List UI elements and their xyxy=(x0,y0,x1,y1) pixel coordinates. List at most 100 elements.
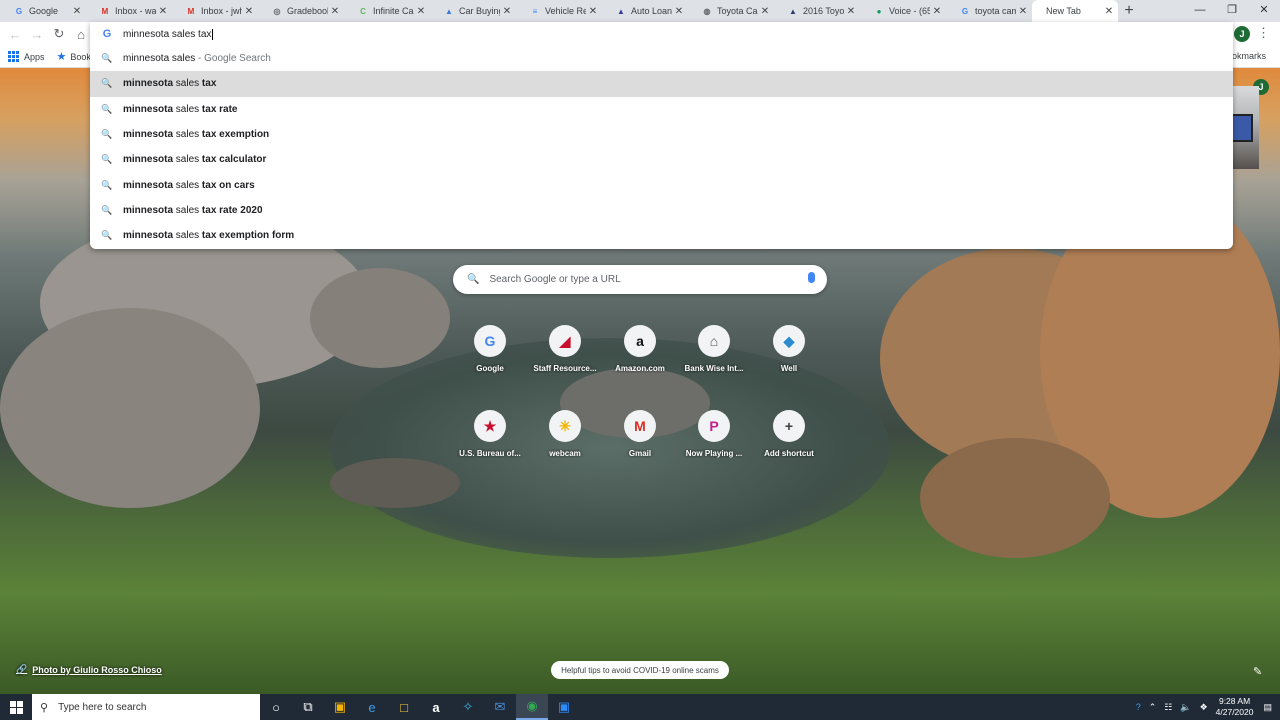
volume-icon[interactable]: 🔈 xyxy=(1180,702,1191,713)
wifi-icon[interactable]: ❖ xyxy=(1200,702,1208,713)
tab[interactable]: Gtoyota camr✕ xyxy=(946,0,1032,22)
tab[interactable]: M Inbox - wate✕ xyxy=(86,0,172,22)
tab[interactable]: ◎ Gradebook ✕ xyxy=(258,0,344,22)
tab[interactable]: M Inbox - jwh ✕ xyxy=(172,0,258,22)
clock[interactable]: 9:28 AM 4/27/2020 xyxy=(1216,696,1254,718)
shortcut-tile[interactable]: ◆ Well xyxy=(751,325,827,373)
google-icon: G xyxy=(474,325,506,357)
tab[interactable]: ≡ Vehicle Rese✕ xyxy=(516,0,602,22)
suggestion-prefix: minnesota xyxy=(123,179,174,191)
start-button[interactable] xyxy=(0,694,32,720)
covid-tips-pill[interactable]: Helpful tips to avoid COVID-19 online sc… xyxy=(551,661,729,679)
close-tab-icon[interactable]: ✕ xyxy=(844,6,858,17)
apps-bookmark[interactable]: Apps xyxy=(8,51,45,62)
edge-icon[interactable]: e xyxy=(356,694,388,720)
shortcut-tile[interactable]: ★ U.S. Bureau of... xyxy=(452,410,528,458)
network-icon[interactable]: ☷ xyxy=(1164,702,1172,713)
close-tab-icon[interactable]: ✕ xyxy=(414,6,428,17)
amazon-icon[interactable]: a xyxy=(420,694,452,720)
taskbar-search[interactable]: ⚲ Type here to search xyxy=(32,694,260,720)
shortcut-label: Add shortcut xyxy=(764,449,814,458)
staff-resources-icon: ◢ xyxy=(549,325,581,357)
close-tab-icon[interactable]: ✕ xyxy=(156,6,170,17)
autocomplete-suggestion[interactable]: 🔍 minnesota sales tax exemption form xyxy=(90,223,1233,248)
autocomplete-suggestion[interactable]: 🔍 minnesota sales tax exemption xyxy=(90,122,1233,147)
shortcut-tile[interactable]: ⌂ Bank Wise Int... xyxy=(676,325,752,373)
task-view-icon[interactable]: ⧉ xyxy=(292,694,324,720)
back-icon[interactable]: ← xyxy=(4,23,26,45)
avatar[interactable]: J xyxy=(1234,26,1250,42)
tab[interactable]: ▲ Auto Loan F✕ xyxy=(602,0,688,22)
first-row-query: minnesota sales xyxy=(123,53,196,65)
autocomplete-suggestion[interactable]: 🔍 minnesota sales tax calculator xyxy=(90,147,1233,172)
shortcut-label: Bank Wise Int... xyxy=(684,364,744,373)
minimize-icon[interactable]: — xyxy=(1184,0,1216,22)
store-icon[interactable]: ▣ xyxy=(324,694,356,720)
search-icon: 🔍 xyxy=(101,129,113,140)
reload-icon[interactable]: ↻ xyxy=(48,23,70,45)
tab[interactable]: G Google ✕ xyxy=(0,0,86,22)
tab-title: Voice - (651 xyxy=(889,6,930,16)
autocomplete-suggestion[interactable]: 🔍 minnesota sales tax rate xyxy=(90,97,1233,122)
home-icon[interactable]: ⌂ xyxy=(70,23,92,45)
now-playing-icon: P xyxy=(698,410,730,442)
tab[interactable]: ● Voice - (651✕ xyxy=(860,0,946,22)
close-window-icon[interactable]: ✕ xyxy=(1248,0,1280,22)
mail-icon[interactable]: ✉ xyxy=(484,694,516,720)
photo-credit-link[interactable]: 🔗 Photo by Giulio Rosso Chioso xyxy=(16,664,162,675)
autocomplete-suggestion[interactable]: 🔍 minnesota sales tax xyxy=(90,71,1233,97)
close-tab-icon[interactable]: ✕ xyxy=(242,6,256,17)
notifications-icon[interactable]: ▤ xyxy=(1263,702,1272,713)
close-tab-icon[interactable]: ✕ xyxy=(930,6,944,17)
close-tab-icon[interactable]: ✕ xyxy=(1016,6,1030,17)
search-suggestion[interactable]: 🔍 minnesota sales - Google Search xyxy=(90,46,1233,71)
tab[interactable]: C Infinite Cam✕ xyxy=(344,0,430,22)
more-menu-icon[interactable]: ⋮ xyxy=(1257,25,1270,41)
close-tab-icon[interactable]: ✕ xyxy=(758,6,772,17)
ntp-search-box[interactable]: 🔍 Search Google or type a URL xyxy=(453,265,827,294)
close-tab-icon[interactable]: ✕ xyxy=(70,6,84,17)
ntp-search-placeholder: Search Google or type a URL xyxy=(489,274,621,285)
close-tab-icon[interactable]: ✕ xyxy=(586,6,600,17)
shortcut-tile[interactable]: ✳ webcam xyxy=(527,410,603,458)
customize-pencil-icon[interactable]: ✎ xyxy=(1253,665,1262,678)
zoom-icon[interactable]: ▣ xyxy=(548,694,580,720)
shortcut-tile[interactable]: ◢ Staff Resource... xyxy=(527,325,603,373)
new-tab-plus-icon[interactable]: + xyxy=(1118,0,1140,22)
taskbar-search-placeholder: Type here to search xyxy=(58,701,147,713)
gradebook-icon: ◎ xyxy=(273,6,281,16)
google-icon: G xyxy=(15,6,23,16)
tab[interactable]: ▲ 2016 Toyota✕ xyxy=(774,0,860,22)
shortcut-tile[interactable]: a Amazon.com xyxy=(602,325,678,373)
forward-icon[interactable]: → xyxy=(26,23,48,45)
tab[interactable]: ▲ Car Buying ✕ xyxy=(430,0,516,22)
tab[interactable]: ◍ Toyota Cam✕ xyxy=(688,0,774,22)
shortcut-tile[interactable]: P Now Playing ... xyxy=(676,410,752,458)
app-icon[interactable]: ✧ xyxy=(452,694,484,720)
file-explorer-icon[interactable]: □ xyxy=(388,694,420,720)
close-tab-icon[interactable]: ✕ xyxy=(500,6,514,17)
shortcut-tile[interactable]: G Google xyxy=(452,325,528,373)
search-icon: 🔍 xyxy=(101,78,113,89)
chrome-icon[interactable]: ◉ xyxy=(516,694,548,720)
close-tab-icon[interactable]: ✕ xyxy=(1102,6,1116,17)
tab-new-tab[interactable]: New Tab ✕ xyxy=(1032,0,1118,22)
search-icon: 🔍 xyxy=(101,103,113,114)
close-tab-icon[interactable]: ✕ xyxy=(672,6,686,17)
cortana-icon[interactable]: ○ xyxy=(260,694,292,720)
tab-title: Infinite Cam xyxy=(373,6,414,16)
shortcut-tile[interactable]: M Gmail xyxy=(602,410,678,458)
shortcut-tile[interactable]: + Add shortcut xyxy=(751,410,827,458)
help-icon[interactable]: ? xyxy=(1136,702,1141,712)
suggestion-rest: tax rate 2020 xyxy=(201,204,263,216)
address-input-value: minnesota sales tax xyxy=(123,28,212,40)
autocomplete-suggestion[interactable]: 🔍 minnesota sales tax on cars xyxy=(90,172,1233,197)
close-tab-icon[interactable]: ✕ xyxy=(328,6,342,17)
photo-credit-text: Photo by Giulio Rosso Chioso xyxy=(32,664,162,675)
restore-icon[interactable]: ❐ xyxy=(1216,0,1248,22)
microphone-icon[interactable] xyxy=(808,272,815,283)
autocomplete-suggestion[interactable]: 🔍 minnesota sales tax rate 2020 xyxy=(90,198,1233,223)
chevron-up-icon[interactable]: ⌃ xyxy=(1149,702,1157,713)
address-bar[interactable]: G minnesota sales tax xyxy=(90,22,1233,46)
shortcut-label: U.S. Bureau of... xyxy=(459,449,521,458)
